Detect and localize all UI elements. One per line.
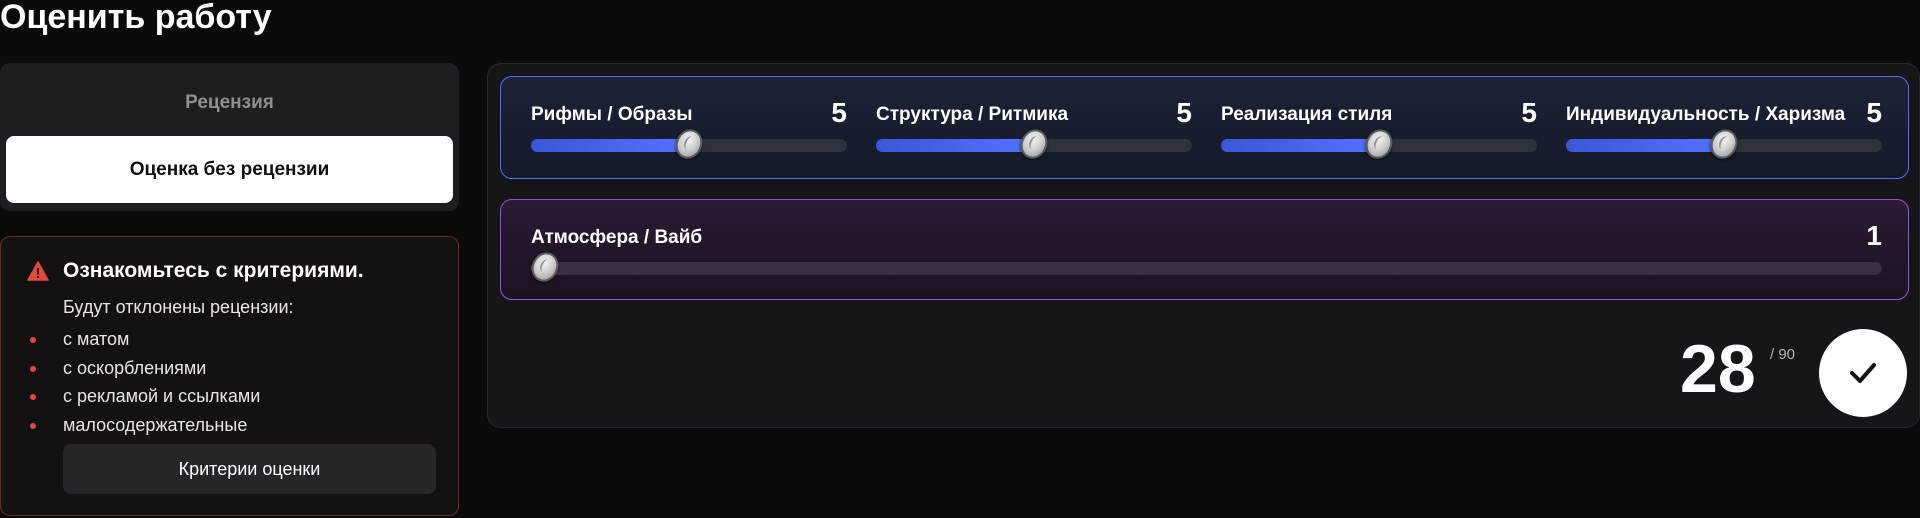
review-type-selector: Рецензия Оценка без рецензии <box>0 63 459 211</box>
slider-thumb[interactable] <box>1015 124 1053 164</box>
list-item: малосодержательные <box>29 411 260 440</box>
criterion-charisma: Индивидуальность / Харизма 5 <box>1566 77 1882 178</box>
rejection-reasons-list: с матом с оскорблениями с рекламой и ссы… <box>29 325 260 440</box>
slider-fill <box>876 139 1034 152</box>
criterion-rhymes: Рифмы / Образы 5 <box>531 77 847 178</box>
criteria-warning-card: Ознакомьтесь с критериями. Будут отклоне… <box>0 236 459 516</box>
total-score: 28 <box>1680 331 1756 407</box>
criterion-value: 5 <box>1521 97 1537 128</box>
list-item: с рекламой и ссылками <box>29 382 260 411</box>
criterion-value: 5 <box>1176 97 1192 128</box>
review-option[interactable]: Рецензия <box>6 69 453 136</box>
criterion-label: Реализация стиля <box>1221 104 1393 125</box>
checkmark-icon <box>1850 363 1876 383</box>
criterion-value: 5 <box>1866 97 1882 128</box>
criterion-style: Реализация стиля 5 <box>1221 77 1537 178</box>
criterion-label: Индивидуальность / Харизма <box>1566 104 1846 125</box>
submit-button[interactable] <box>1819 329 1907 417</box>
slider-fill <box>531 139 689 152</box>
rating-panel: Рифмы / Образы 5 Структура / Ритмика 5 Р… <box>487 63 1920 428</box>
extra-criteria-group: Атмосфера / Вайб 1 <box>500 199 1909 300</box>
criterion-atmosphere: Атмосфера / Вайб 1 <box>526 200 1882 299</box>
slider-thumb[interactable] <box>670 124 708 164</box>
page: Оценить работу Рецензия Оценка без рецен… <box>0 0 1920 518</box>
criterion-structure: Структура / Ритмика 5 <box>876 77 1192 178</box>
criterion-slider[interactable] <box>526 247 1882 287</box>
criterion-label: Атмосфера / Вайб <box>531 227 703 248</box>
main-criteria-group: Рифмы / Образы 5 Структура / Ритмика 5 Р… <box>500 76 1909 179</box>
slider-fill <box>1566 139 1724 152</box>
criterion-value: 5 <box>831 97 847 128</box>
criterion-slider[interactable] <box>531 124 847 164</box>
warning-title: Ознакомьтесь с критериями. <box>63 259 364 282</box>
warning-intro: Будут отклонены рецензии: <box>63 297 294 317</box>
criterion-slider[interactable] <box>1221 124 1537 164</box>
slider-thumb[interactable] <box>1705 124 1743 164</box>
slider-fill <box>1221 139 1379 152</box>
no-review-option[interactable]: Оценка без рецензии <box>6 136 453 203</box>
warning-header: Ознакомьтесь с критериями. <box>27 259 364 283</box>
list-item: с оскорблениями <box>29 354 260 383</box>
page-title: Оценить работу <box>0 0 272 36</box>
criterion-slider[interactable] <box>876 124 1192 164</box>
criterion-label: Структура / Ритмика <box>876 104 1069 125</box>
criterion-slider[interactable] <box>1566 124 1882 164</box>
criterion-label: Рифмы / Образы <box>531 104 693 125</box>
warning-triangle-icon <box>27 261 49 281</box>
slider-thumb[interactable] <box>1360 124 1398 164</box>
criterion-value: 1 <box>1866 220 1882 251</box>
list-item: с матом <box>29 325 260 354</box>
criteria-button[interactable]: Критерии оценки <box>63 444 436 494</box>
slider-thumb[interactable] <box>526 247 564 287</box>
total-max: / 90 <box>1770 346 1796 363</box>
